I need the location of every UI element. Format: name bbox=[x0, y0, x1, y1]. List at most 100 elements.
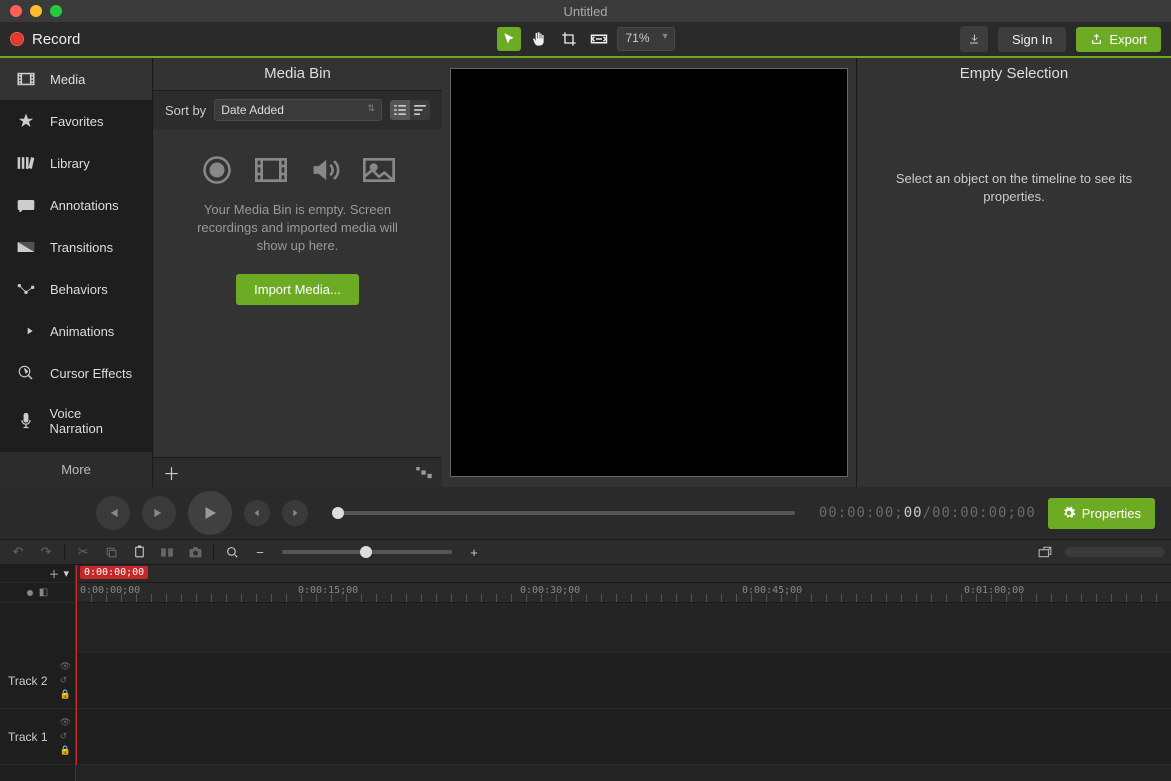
track-header[interactable]: Track 1 👁 ↺ 🔒 bbox=[0, 709, 75, 765]
transitions-icon bbox=[16, 238, 36, 256]
split-button[interactable] bbox=[155, 542, 179, 562]
playhead-time-label[interactable]: 0:00:00;00 bbox=[80, 566, 148, 579]
sidebar-item-label: Behaviors bbox=[50, 282, 108, 297]
timeline-zoom-icon bbox=[220, 542, 244, 562]
crop-tool[interactable] bbox=[556, 27, 580, 51]
download-button[interactable] bbox=[960, 26, 988, 52]
sidebar-more-button[interactable]: More bbox=[0, 451, 152, 487]
import-media-button[interactable]: Import Media... bbox=[236, 274, 359, 305]
timeline-body[interactable]: 0:00:00;00 0:00:00;00 0:00:15;00 0:00:30… bbox=[76, 565, 1171, 781]
empty-state-text: Your Media Bin is empty. Screen recordin… bbox=[183, 201, 412, 256]
sort-by-dropdown[interactable]: Date Added bbox=[214, 99, 382, 121]
sidebar-item-label: Favorites bbox=[50, 114, 103, 129]
window-title: Untitled bbox=[0, 4, 1171, 19]
sidebar-item-voice-narration[interactable]: Voice Narration bbox=[0, 394, 152, 448]
canvas-zoom-dropdown[interactable]: 71% bbox=[616, 27, 674, 51]
export-button[interactable]: Export bbox=[1076, 27, 1161, 52]
video-canvas[interactable] bbox=[450, 68, 848, 477]
pan-zoom-tool[interactable] bbox=[586, 27, 610, 51]
detach-timeline-button[interactable] bbox=[1033, 542, 1057, 562]
playback-bar: 00:00:00;00/00:00:00;00 Properties bbox=[0, 487, 1171, 539]
playback-scrubber[interactable] bbox=[332, 511, 795, 515]
undo-button[interactable]: ↶ bbox=[6, 542, 30, 562]
record-icon bbox=[10, 32, 24, 46]
timeline-zoom-slider[interactable] bbox=[282, 550, 452, 554]
library-icon bbox=[16, 154, 36, 172]
track-header[interactable]: Track 2 👁 ↺ 🔒 bbox=[0, 653, 75, 709]
behaviors-icon bbox=[16, 280, 36, 298]
hand-tool[interactable] bbox=[526, 27, 550, 51]
zoom-value: 71% bbox=[625, 31, 649, 45]
sidebar-item-cursor-effects[interactable]: Cursor Effects bbox=[0, 352, 152, 394]
paste-button[interactable] bbox=[127, 542, 151, 562]
sidebar-item-library[interactable]: Library bbox=[0, 142, 152, 184]
timeline-ruler[interactable]: 0:00:00;00 0:00:15;00 0:00:30;00 0:00:45… bbox=[76, 583, 1171, 603]
sidebar-item-label: Cursor Effects bbox=[50, 366, 132, 381]
redo-button[interactable]: ↷ bbox=[34, 542, 58, 562]
record-label: Record bbox=[32, 31, 80, 48]
track-row[interactable] bbox=[76, 653, 1171, 709]
canvas-tools: 71% bbox=[496, 27, 674, 51]
sidebar-item-favorites[interactable]: Favorites bbox=[0, 100, 152, 142]
playhead[interactable] bbox=[76, 565, 77, 765]
gear-icon bbox=[1062, 506, 1076, 520]
add-track-button[interactable]: ＋ bbox=[48, 566, 59, 582]
video-media-icon bbox=[254, 153, 288, 187]
track-visibility-icon[interactable]: 👁 bbox=[60, 717, 71, 728]
track-lock-icon[interactable]: 🔒 bbox=[60, 689, 71, 700]
sidebar-item-label: Annotations bbox=[50, 198, 119, 213]
sidebar-item-label: Animations bbox=[50, 324, 114, 339]
media-bin-footer: ＋ bbox=[153, 457, 442, 487]
thumbnail-size-button[interactable] bbox=[416, 467, 432, 479]
media-bin-title: Media Bin bbox=[153, 58, 442, 91]
zoom-slider-handle[interactable] bbox=[360, 546, 372, 558]
sidebar-item-label: Voice Narration bbox=[49, 406, 136, 436]
top-toolbar: Record 71% Sign In Export bbox=[0, 22, 1171, 58]
track-row[interactable] bbox=[76, 709, 1171, 765]
track-label: Track 2 bbox=[8, 674, 48, 688]
record-button[interactable]: Record bbox=[10, 31, 80, 48]
detail-view-button[interactable] bbox=[410, 100, 430, 120]
step-back-button[interactable] bbox=[96, 496, 130, 530]
track-headers: ＋ ▾ ◧ Track 2 👁 ↺ 🔒 Track 1 👁 ↺ 🔒 bbox=[0, 565, 76, 781]
properties-title: Empty Selection bbox=[857, 58, 1171, 90]
marker-dot[interactable] bbox=[27, 590, 33, 596]
marker-color-button[interactable]: ◧ bbox=[39, 587, 48, 598]
next-marker-button[interactable] bbox=[282, 500, 308, 526]
step-forward-button[interactable] bbox=[142, 496, 176, 530]
properties-empty-text: Select an object on the timeline to see … bbox=[857, 90, 1171, 286]
signin-button[interactable]: Sign In bbox=[998, 27, 1066, 52]
track-visibility-icon[interactable]: 👁 bbox=[60, 661, 71, 672]
media-bin-panel: Media Bin Sort by Date Added bbox=[152, 58, 442, 487]
timeline-horizontal-scrollbar[interactable] bbox=[1065, 547, 1165, 557]
track-label: Track 1 bbox=[8, 730, 48, 744]
copy-button[interactable] bbox=[99, 542, 123, 562]
zoom-out-button[interactable]: − bbox=[248, 542, 272, 562]
add-media-button[interactable]: ＋ bbox=[163, 460, 180, 485]
sidebar-item-annotations[interactable]: Annotations bbox=[0, 184, 152, 226]
properties-button[interactable]: Properties bbox=[1048, 498, 1155, 529]
zoom-in-button[interactable]: + bbox=[462, 542, 486, 562]
microphone-icon bbox=[16, 412, 35, 430]
sidebar: Media Favorites Library Annotations Tran… bbox=[0, 58, 152, 487]
prev-marker-button[interactable] bbox=[244, 500, 270, 526]
media-icon bbox=[16, 70, 36, 88]
track-link-icon[interactable]: ↺ bbox=[60, 731, 71, 742]
sidebar-item-transitions[interactable]: Transitions bbox=[0, 226, 152, 268]
share-icon bbox=[1090, 33, 1103, 46]
tracks-area[interactable] bbox=[76, 603, 1171, 765]
audio-media-icon bbox=[308, 153, 342, 187]
track-link-icon[interactable]: ↺ bbox=[60, 675, 71, 686]
list-view-button[interactable] bbox=[390, 100, 410, 120]
sidebar-item-behaviors[interactable]: Behaviors bbox=[0, 268, 152, 310]
sidebar-item-media[interactable]: Media bbox=[0, 58, 152, 100]
play-button[interactable] bbox=[188, 491, 232, 535]
collapse-tracks-button[interactable]: ▾ bbox=[63, 567, 69, 580]
sidebar-item-animations[interactable]: Animations bbox=[0, 310, 152, 352]
annotations-icon bbox=[16, 196, 36, 214]
arrow-tool[interactable] bbox=[496, 27, 520, 51]
snapshot-button[interactable] bbox=[183, 542, 207, 562]
track-lock-icon[interactable]: 🔒 bbox=[60, 745, 71, 756]
scrubber-handle[interactable] bbox=[332, 507, 344, 519]
cut-button[interactable]: ✂ bbox=[71, 542, 95, 562]
